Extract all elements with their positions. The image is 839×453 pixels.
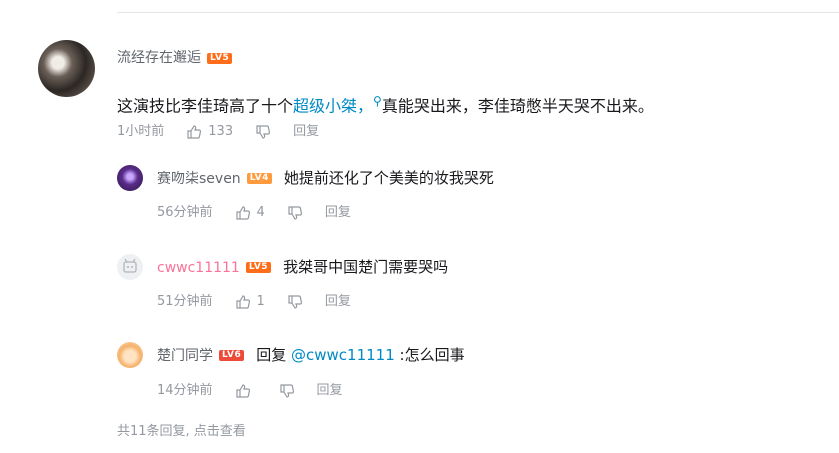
dislike-button[interactable] xyxy=(287,294,303,310)
reply-username[interactable]: 楚门同学 xyxy=(157,348,213,364)
like-button[interactable]: 133 xyxy=(186,123,233,141)
thumb-up-icon xyxy=(235,295,250,309)
reply-avatar[interactable] xyxy=(117,254,143,280)
like-count: 133 xyxy=(208,124,234,139)
reply-3: 楚门同学 LV6 回复 @cwwc11111 :怎么回事 xyxy=(157,344,465,367)
reply-username[interactable]: cwwc11111 xyxy=(157,260,240,276)
thumb-down-icon xyxy=(279,384,294,398)
root-comment-content: 这演技比李佳琦高了十个超级小桀，⚲真能哭出来，李佳琦憋半天哭不出来。 xyxy=(117,90,654,117)
search-icon[interactable]: ⚲ xyxy=(373,94,382,108)
reply-time: 56分钟前 xyxy=(157,205,213,220)
thumb-up-icon xyxy=(235,384,250,398)
level-badge: LV5 xyxy=(245,262,272,273)
like-button[interactable] xyxy=(235,383,257,399)
reply-meta: 56分钟前 4 回复 xyxy=(157,204,351,222)
like-button[interactable]: 1 xyxy=(235,293,265,311)
reply-button[interactable]: 回复 xyxy=(293,123,319,141)
reply-content-suffix: :怎么回事 xyxy=(394,346,465,364)
reply-content-prefix: 回复 xyxy=(256,346,292,364)
reply-time: 51分钟前 xyxy=(157,294,213,309)
like-button[interactable]: 4 xyxy=(235,204,265,222)
root-time: 1小时前 xyxy=(117,124,165,139)
root-username[interactable]: 流经存在邂逅 LV5 xyxy=(117,49,233,67)
search-keyword-link[interactable]: 超级小桀， xyxy=(293,96,373,115)
root-avatar[interactable] xyxy=(38,40,95,97)
reply-button[interactable]: 回复 xyxy=(317,382,343,400)
thumb-down-icon xyxy=(288,295,302,309)
like-count: 4 xyxy=(256,205,265,220)
top-divider xyxy=(117,12,839,13)
reply-username[interactable]: 赛吻柒seven xyxy=(157,171,241,187)
view-more-replies[interactable]: 共11条回复, 点击查看 xyxy=(117,420,246,439)
reply-avatar[interactable] xyxy=(117,165,143,191)
reply-content: 我桀哥中国楚门需要哭吗 xyxy=(283,258,449,276)
thumb-up-icon xyxy=(235,206,250,220)
like-count: 1 xyxy=(256,294,265,309)
reply-meta: 51分钟前 1 回复 xyxy=(157,293,351,311)
dislike-button[interactable] xyxy=(287,205,303,221)
thumb-down-icon xyxy=(256,125,271,139)
dislike-button[interactable] xyxy=(255,124,271,140)
reply-1: 赛吻柒seven LV4 她提前还化了个美美的妆我哭死 xyxy=(157,167,494,190)
thumb-up-icon xyxy=(187,125,202,139)
default-avatar-icon xyxy=(123,258,137,273)
level-badge: LV5 xyxy=(207,52,233,64)
mention-link[interactable]: @cwwc11111 xyxy=(291,346,395,364)
reply-2: cwwc11111 LV5 我桀哥中国楚门需要哭吗 xyxy=(157,256,448,279)
root-content-suffix: 真能哭出来，李佳琦憋半天哭不出来。 xyxy=(381,96,654,116)
thumb-down-icon xyxy=(288,206,302,220)
reply-time: 14分钟前 xyxy=(157,383,213,398)
level-badge: LV4 xyxy=(246,173,272,184)
reply-meta: 14分钟前 回复 xyxy=(157,382,343,400)
reply-button[interactable]: 回复 xyxy=(325,293,351,311)
reply-button[interactable]: 回复 xyxy=(325,204,351,222)
root-username-text[interactable]: 流经存在邂逅 xyxy=(117,50,201,66)
reply-avatar[interactable] xyxy=(117,342,143,368)
root-content-prefix: 这演技比李佳琦高了十个 xyxy=(117,96,294,116)
root-meta: 1小时前 133 回复 xyxy=(117,123,319,141)
dislike-button[interactable] xyxy=(279,383,295,399)
reply-content: 她提前还化了个美美的妆我哭死 xyxy=(283,169,494,187)
level-badge: LV6 xyxy=(219,350,245,361)
